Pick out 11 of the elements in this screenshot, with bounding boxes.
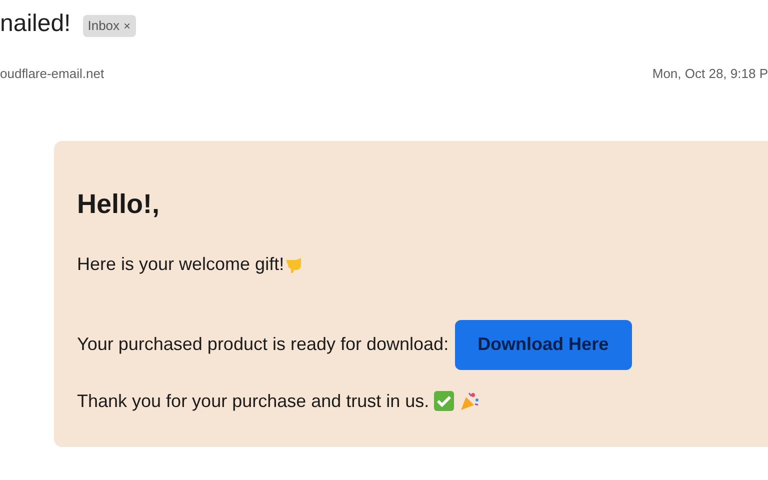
greeting-heading: Hello!, [77, 188, 160, 221]
email-date: Mon, Oct 28, 9:18 P [652, 65, 768, 84]
label-chip[interactable]: Inbox × [82, 15, 136, 37]
thanks-text: Thank you for your purchase and trust in us. [77, 390, 430, 413]
email-subject: nailed! [0, 9, 71, 39]
download-text: Your purchased product is ready for download: [77, 333, 449, 356]
gift-text: Here is your welcome gift! [77, 252, 284, 276]
check-mark-icon [434, 391, 454, 411]
download-button[interactable]: Download Here [454, 320, 632, 370]
party-popper-icon [459, 390, 482, 412]
sender-address: oudflare-email.net [0, 65, 104, 84]
